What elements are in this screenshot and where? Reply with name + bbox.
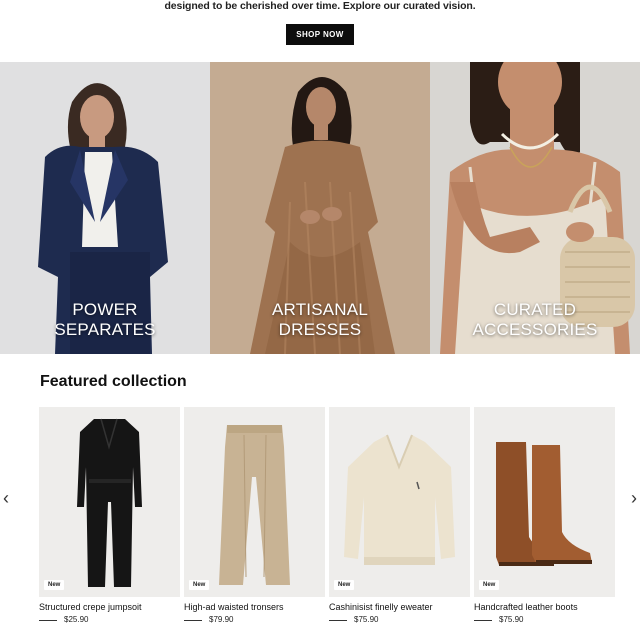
category-label-power-separates: POWER SEPARATES [0, 300, 210, 340]
original-price-strike [184, 620, 202, 621]
product-image [39, 407, 180, 597]
trousers-image [219, 425, 290, 585]
shop-now-button[interactable]: SHOP NOW [286, 24, 354, 45]
original-price-strike [329, 620, 347, 621]
category-power-separates[interactable]: POWER SEPARATES [0, 62, 210, 354]
product-image [184, 407, 325, 597]
carousel-prev-button[interactable]: ‹ [0, 488, 12, 508]
featured-collection-title: Featured collection [40, 373, 187, 390]
category-label-line1: POWER [72, 300, 138, 319]
product-name[interactable]: Cashinisist finelly eweater [329, 602, 433, 612]
product-image [329, 407, 470, 597]
category-label-curated-accessories: CURATED ACCESSORIES [430, 300, 640, 340]
chevron-left-icon: ‹ [3, 487, 9, 508]
product-card[interactable]: New Handcrafted leather boots $75.90 [474, 407, 615, 637]
sweater-image [344, 434, 455, 565]
hero-tagline: designed to be cherished over time. Expl… [164, 0, 476, 12]
product-name[interactable]: High-ad waisted tronsers [184, 602, 284, 612]
category-label-artisanal-dresses: ARTISANAL DRESSES [210, 300, 430, 340]
category-label-line2: DRESSES [278, 320, 362, 339]
chevron-right-icon: › [631, 487, 637, 508]
price-row: $75.90 [474, 615, 615, 625]
price-row: $75.90 [329, 615, 470, 625]
hero-banner: designed to be cherished over time. Expl… [0, 0, 640, 62]
original-price-strike [474, 620, 492, 621]
product-name[interactable]: Handcrafted leather boots [474, 602, 578, 612]
product-price: $79.90 [209, 615, 234, 624]
category-label-line1: CURATED [493, 300, 577, 319]
category-label-line2: ACCESSORIES [472, 320, 598, 339]
price-row: $25.90 [39, 615, 180, 625]
category-label-line1: ARTISANAL [272, 300, 368, 319]
new-badge: New [479, 580, 500, 590]
jumpsuit-image [77, 418, 142, 587]
category-label-line2: SEPARATES [54, 320, 156, 339]
new-badge: New [189, 580, 210, 590]
original-price-strike [39, 620, 57, 621]
carousel-next-button[interactable]: › [628, 488, 640, 508]
new-badge: New [334, 580, 355, 590]
product-price: $75.90 [354, 615, 379, 624]
category-curated-accessories[interactable]: CURATED ACCESSORIES [430, 62, 640, 354]
product-price: $75.90 [499, 615, 524, 624]
product-card[interactable]: New Structured crepe jumpsoit $25.90 [39, 407, 180, 637]
product-name[interactable]: Structured crepe jumpsoit [39, 602, 142, 612]
product-price: $25.90 [64, 615, 89, 624]
price-row: $79.90 [184, 615, 325, 625]
category-row: POWER SEPARATES ARTISANAL DRESSES CURATE… [0, 62, 640, 354]
product-card[interactable]: New High-ad waisted tronsers $79.90 [184, 407, 325, 637]
new-badge: New [44, 580, 65, 590]
product-image [474, 407, 615, 597]
boots-image [496, 442, 592, 566]
category-artisanal-dresses[interactable]: ARTISANAL DRESSES [210, 62, 430, 354]
product-card[interactable]: New Cashinisist finelly eweater $75.90 [329, 407, 470, 637]
